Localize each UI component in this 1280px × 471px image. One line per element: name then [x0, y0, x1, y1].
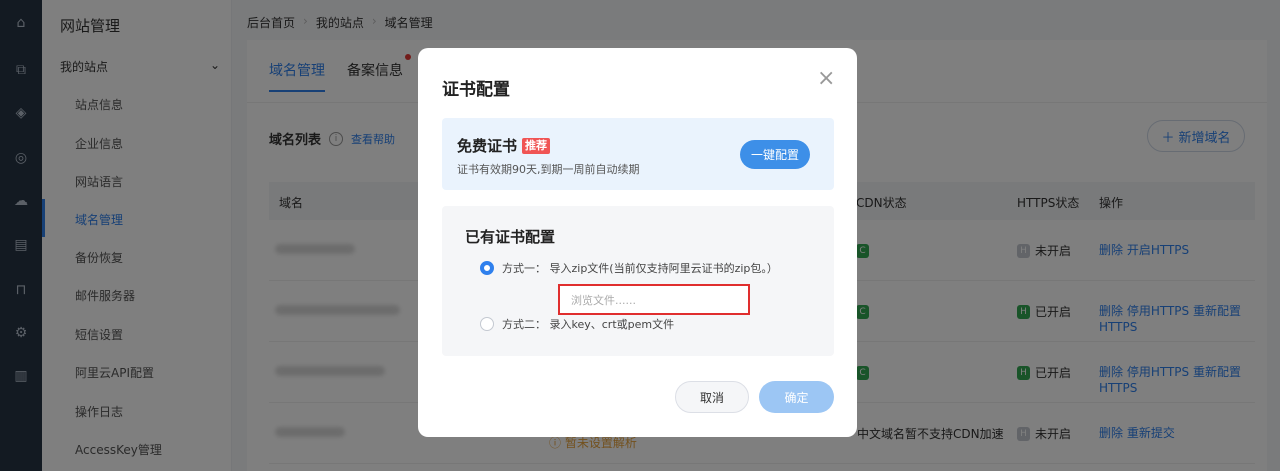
free-certificate-heading: 免费证书 推荐 [457, 135, 551, 156]
option-zip-label: 方式一： 导入zip文件(当前仅支持阿里云证书的zip包。） [502, 262, 778, 275]
free-certificate-desc: 证书有效期90天,到期一周前自动续期 [457, 163, 640, 176]
dialog-title: 证书配置 [442, 80, 510, 100]
existing-certificate-panel: 已有证书配置 方式一： 导入zip文件(当前仅支持阿里云证书的zip包。） 浏览… [442, 206, 834, 356]
radio-unchecked-icon[interactable] [480, 317, 494, 331]
free-certificate-title: 免费证书 [457, 137, 518, 155]
browse-file-input[interactable]: 浏览文件...... [558, 284, 750, 315]
free-certificate-panel: 免费证书 推荐 证书有效期90天,到期一周前自动续期 一键配置 [442, 118, 834, 190]
certificate-dialog: 证书配置 × 免费证书 推荐 证书有效期90天,到期一周前自动续期 一键配置 已… [418, 48, 857, 437]
existing-certificate-title: 已有证书配置 [465, 228, 556, 246]
recommend-badge: 推荐 [522, 137, 551, 154]
confirm-button[interactable]: 确定 [759, 381, 834, 413]
option-key-radio[interactable]: 方式二： 录入key、crt或pem文件 [480, 316, 674, 332]
option-key-label: 方式二： 录入key、crt或pem文件 [502, 318, 675, 331]
option-zip-radio[interactable]: 方式一： 导入zip文件(当前仅支持阿里云证书的zip包。） [480, 260, 778, 276]
cancel-button[interactable]: 取消 [675, 381, 749, 413]
close-icon[interactable]: × [817, 68, 835, 90]
one-click-config-button[interactable]: 一键配置 [740, 140, 810, 169]
radio-checked-icon[interactable] [480, 261, 494, 275]
